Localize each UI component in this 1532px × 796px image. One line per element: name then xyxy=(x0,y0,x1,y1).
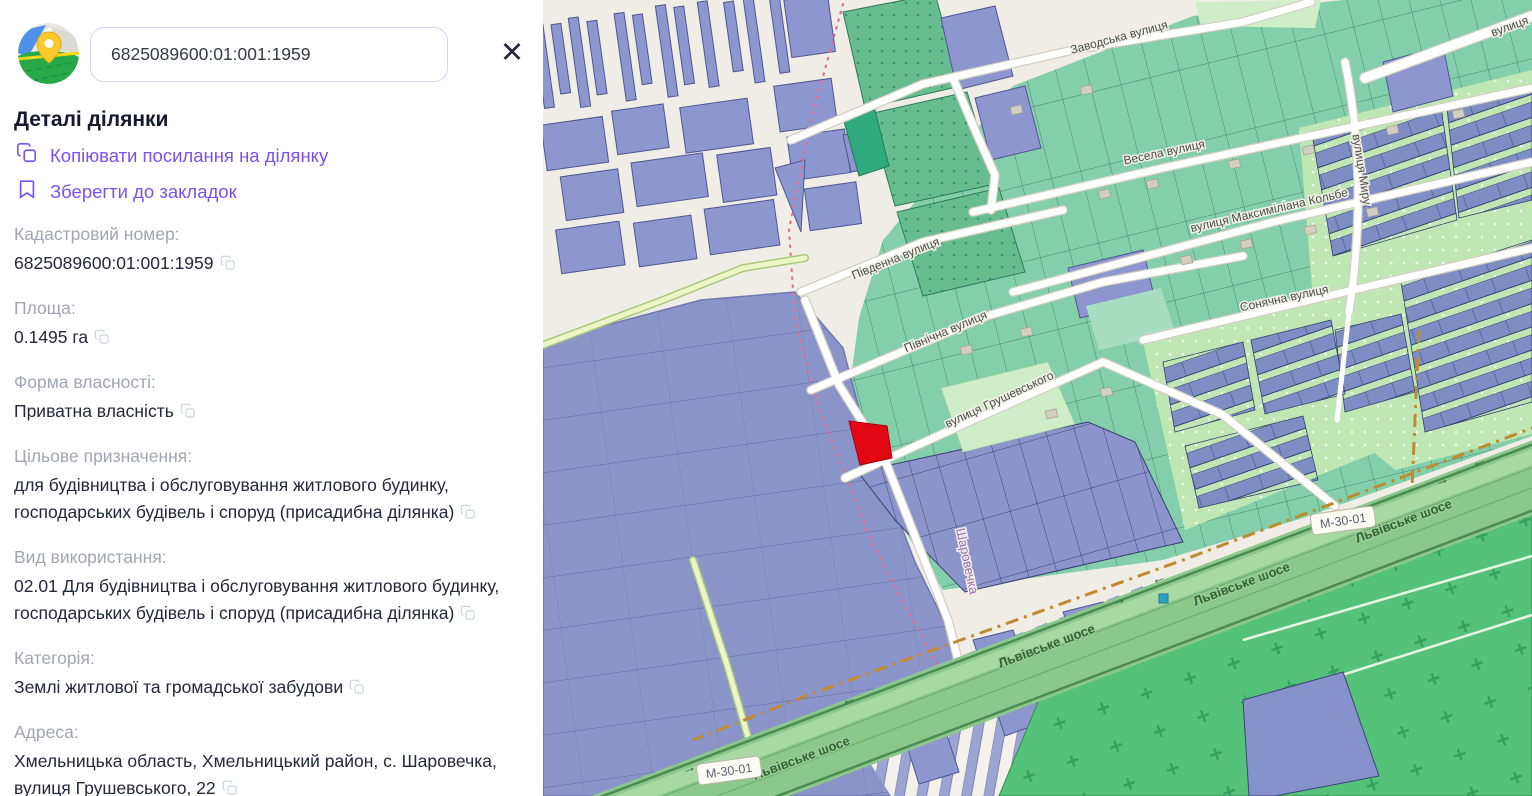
field-label: Цільове призначення: xyxy=(14,446,526,467)
copy-value-icon[interactable] xyxy=(180,400,196,427)
field-label: Кадастровий номер: xyxy=(14,224,526,245)
copy-value-icon[interactable] xyxy=(94,326,110,353)
close-button[interactable]: ✕ xyxy=(492,33,532,73)
field-area: Площа: 0.1495 га xyxy=(14,298,526,353)
field-value: для будівництва і обслуговування житлово… xyxy=(14,472,526,528)
field-address: Адреса: Хмельницька область, Хмельницьки… xyxy=(14,722,526,796)
field-label: Категорія: xyxy=(14,648,526,669)
page-title: Деталі ділянки xyxy=(14,108,543,132)
copy-icon xyxy=(16,142,38,169)
field-use-type: Вид використання: 02.01 Для будівництва … xyxy=(14,547,526,629)
bookmark-label: Зберегти до закладок xyxy=(50,181,237,203)
map-logo-icon xyxy=(18,23,79,84)
field-value: Землі житлової та громадської забудови xyxy=(14,674,526,703)
app-logo[interactable] xyxy=(18,23,79,84)
parcel-details-panel: ✕ Деталі ділянки Копіювати посилання на … xyxy=(0,0,543,796)
copy-value-icon[interactable] xyxy=(222,777,238,796)
copy-value-icon[interactable] xyxy=(460,602,476,629)
field-ownership: Форма власності: Приватна власність xyxy=(14,372,526,427)
bus-stop-marker[interactable] xyxy=(1159,594,1168,603)
field-label: Вид використання: xyxy=(14,547,526,568)
field-value: Хмельницька область, Хмельницький район,… xyxy=(14,748,526,796)
top-bar: ✕ xyxy=(14,0,543,98)
copy-link-label: Копіювати посилання на ділянку xyxy=(50,145,328,167)
copy-value-icon[interactable] xyxy=(460,501,476,528)
field-purpose: Цільове призначення: для будівництва і о… xyxy=(14,446,526,528)
field-value: 0.1495 га xyxy=(14,324,526,353)
copy-link-action[interactable]: Копіювати посилання на ділянку xyxy=(16,142,543,169)
map-canvas[interactable]: ← → ← → ← → Львівське шосе Львівське шос… xyxy=(543,0,1532,796)
copy-value-icon[interactable] xyxy=(349,676,365,703)
search-input[interactable] xyxy=(90,27,448,82)
bookmark-icon xyxy=(16,178,38,205)
field-label: Адреса: xyxy=(14,722,526,743)
bookmark-action[interactable]: Зберегти до закладок xyxy=(16,178,543,205)
field-value: Приватна власність xyxy=(14,398,526,427)
field-category: Категорія: Землі житлової та громадської… xyxy=(14,648,526,703)
field-value: 6825089600:01:001:1959 xyxy=(14,250,526,279)
field-label: Форма власності: xyxy=(14,372,526,393)
field-value: 02.01 Для будівництва і обслуговування ж… xyxy=(14,573,526,629)
cadastre-app: ✕ Деталі ділянки Копіювати посилання на … xyxy=(0,0,1532,796)
field-label: Площа: xyxy=(14,298,526,319)
field-cadastral-number: Кадастровий номер: 6825089600:01:001:195… xyxy=(14,224,526,279)
cadastral-map[interactable]: ← → ← → ← → Львівське шосе Львівське шос… xyxy=(543,0,1532,796)
copy-value-icon[interactable] xyxy=(220,252,236,279)
